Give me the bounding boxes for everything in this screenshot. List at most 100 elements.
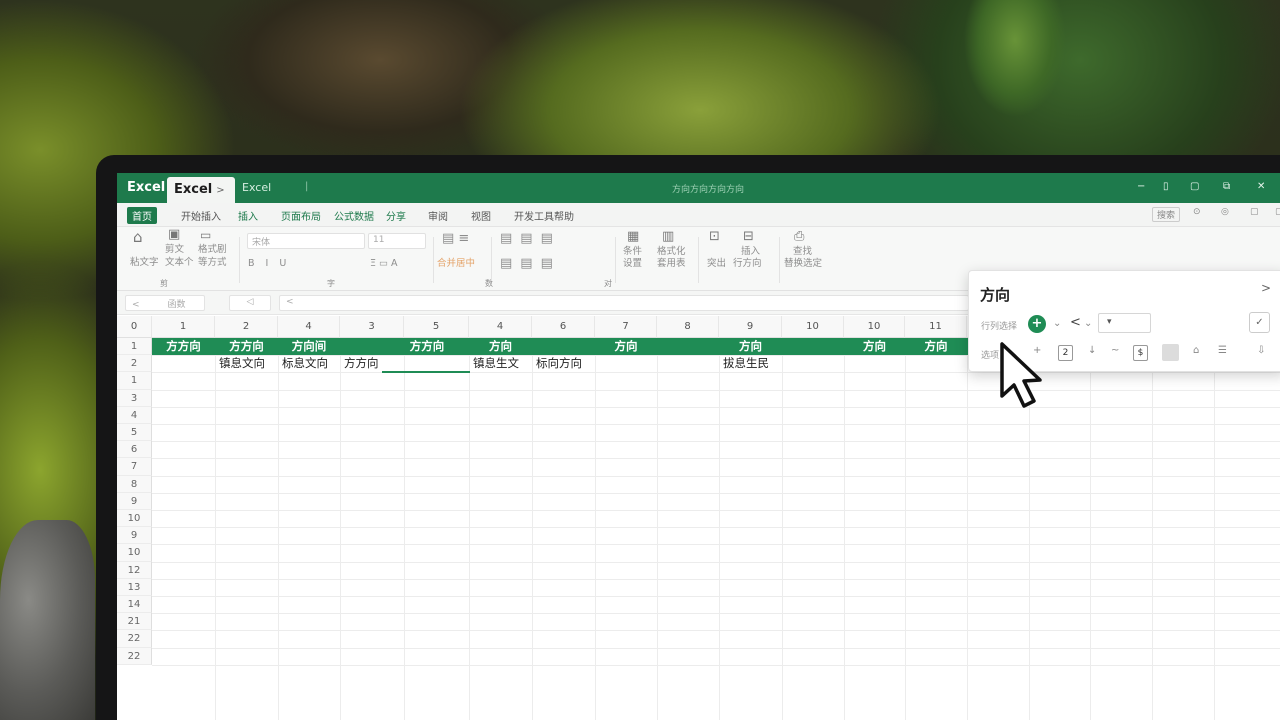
panel-icon[interactable]: ▢ — [1275, 207, 1280, 217]
header-cell[interactable]: 方向 — [905, 338, 967, 355]
document-tab-active[interactable]: Excel > — [167, 177, 235, 203]
find-replace-label[interactable]: 替换选定 — [784, 258, 822, 270]
column-header[interactable]: 8 — [657, 316, 719, 338]
row-header[interactable]: 21 — [117, 613, 152, 631]
close-window-icon[interactable]: ✕ — [1257, 181, 1265, 192]
help-icon[interactable]: ⊙ — [1193, 207, 1201, 217]
direction-dropdown[interactable]: ▾ — [1098, 313, 1151, 333]
row-header[interactable]: 5 — [117, 424, 152, 442]
panel-close-icon[interactable]: > — [1261, 281, 1271, 295]
home-icon[interactable]: ⌂ — [133, 230, 143, 245]
row-header[interactable]: 9 — [117, 527, 152, 545]
data-cell[interactable]: 镇息生文 — [469, 355, 519, 372]
column-header[interactable]: 10 — [782, 316, 844, 338]
find-label[interactable]: 查找 — [793, 246, 812, 258]
copy-label[interactable]: 文本个 — [165, 257, 194, 269]
tab-close-icon[interactable]: > — [216, 185, 224, 196]
font-size-select[interactable]: 11 — [368, 233, 426, 249]
cut-label[interactable]: 剪文 — [165, 244, 184, 256]
menu-insert[interactable]: 插入 — [238, 208, 258, 223]
row-header[interactable]: 22 — [117, 630, 152, 648]
nav-back-icon[interactable]: < — [132, 300, 140, 310]
font-style-buttons[interactable]: B I U — [248, 258, 290, 270]
tilde-icon[interactable]: ~ — [1111, 345, 1119, 356]
column-header[interactable]: 7 — [595, 316, 657, 338]
column-header[interactable]: 3 — [340, 316, 404, 338]
cut-icon[interactable]: ▣ — [168, 228, 180, 241]
row-header[interactable]: 1 — [117, 372, 152, 390]
row-header[interactable]: 9 — [117, 492, 152, 510]
document-tab[interactable]: Excel — [242, 181, 271, 194]
layout-icon[interactable]: ▢ — [1250, 207, 1259, 217]
row-header[interactable]: 6 — [117, 441, 152, 459]
insert-label[interactable]: 突出 — [707, 258, 726, 270]
font-name-select[interactable]: 宋体 — [247, 233, 365, 249]
align-top-icon[interactable]: ▤ ≡ — [442, 232, 469, 245]
header-cell[interactable]: 方方向 — [215, 338, 278, 355]
fx-icon[interactable]: ◁ — [229, 295, 271, 311]
header-cell[interactable]: 方向 — [469, 338, 532, 355]
row-header[interactable]: 7 — [117, 458, 152, 476]
name-box[interactable]: < 函数 — [125, 295, 205, 311]
menu-page-layout[interactable]: 页面布局 — [281, 208, 321, 223]
header-cell[interactable]: 方方向 — [152, 338, 215, 355]
column-header[interactable]: 4 — [469, 316, 532, 338]
row-header[interactable]: 3 — [117, 389, 152, 407]
settings-icon[interactable]: ◎ — [1221, 207, 1229, 217]
color-swatch[interactable] — [1162, 344, 1179, 361]
number-format-icons[interactable]: ▤▤▤ — [500, 232, 561, 245]
chevron-down-icon[interactable]: ⌄ — [1053, 318, 1061, 329]
download-icon[interactable]: ⇩ — [1257, 345, 1265, 356]
data-cell[interactable]: 方方向 — [340, 355, 379, 372]
column-header[interactable]: 11 — [905, 316, 967, 338]
column-header[interactable]: 4 — [278, 316, 340, 338]
column-header[interactable]: 9 — [719, 316, 782, 338]
conditional-format-icon[interactable]: ▦ — [627, 230, 639, 243]
chevron-down-icon[interactable]: ⌄ — [1084, 318, 1092, 329]
row-header[interactable]: 14 — [117, 596, 152, 614]
header-cell[interactable]: 方向 — [844, 338, 905, 355]
home-icon[interactable]: ⌂ — [1193, 345, 1199, 356]
list-icon[interactable]: ☰ — [1218, 345, 1227, 356]
formula-input[interactable]: < — [279, 295, 969, 311]
header-cell[interactable]: 方向 — [595, 338, 657, 355]
menu-review[interactable]: 审阅 — [428, 208, 448, 223]
data-cell[interactable]: 标息文向 — [278, 355, 328, 372]
add-button[interactable]: + — [1028, 315, 1046, 333]
currency-chip[interactable]: $ — [1133, 345, 1148, 361]
row-header[interactable]: 12 — [117, 561, 152, 579]
conditional-format-label[interactable]: 条件 — [623, 246, 642, 258]
format-painter-label[interactable]: 格式剧 — [198, 244, 227, 256]
number-format-icons-2[interactable]: ▤▤▤ — [500, 257, 561, 270]
menu-share[interactable]: 分享 — [386, 208, 406, 223]
confirm-check-icon[interactable]: ✓ — [1249, 312, 1270, 333]
data-cell[interactable]: 标向方向 — [532, 355, 582, 372]
insert-label-2[interactable]: 插入 — [741, 246, 760, 258]
data-cell[interactable]: 镇息文向 — [215, 355, 265, 372]
mobile-icon[interactable]: ▯ — [1163, 181, 1169, 192]
find-replace-icon[interactable]: ⎙ — [794, 230, 804, 243]
header-cell[interactable]: 方向间 — [278, 338, 340, 355]
row-header[interactable]: 22 — [117, 647, 152, 665]
format-painter-label-2[interactable]: 等方式 — [198, 257, 227, 269]
table-format-label[interactable]: 格式化 — [657, 246, 686, 258]
table-format-label-2[interactable]: 套用表 — [657, 258, 686, 270]
font-color-buttons[interactable]: Ξ ▭ A — [370, 258, 398, 270]
menu-formulas[interactable]: 公式数据 — [334, 208, 374, 223]
format-painter-icon[interactable]: ▭ — [200, 229, 211, 241]
table-format-icon[interactable]: ▥ — [662, 230, 674, 243]
column-header[interactable]: 2 — [215, 316, 278, 338]
header-cell[interactable]: 方方向 — [382, 338, 472, 355]
back-icon[interactable]: < — [1070, 315, 1081, 330]
column-header[interactable]: 1 — [152, 316, 215, 338]
row-header[interactable]: 2 — [117, 355, 152, 373]
paste-label[interactable]: 粘文字 — [130, 257, 159, 269]
search-button[interactable]: 搜索 — [1152, 207, 1181, 222]
column-header[interactable]: 10 — [844, 316, 905, 338]
menu-home[interactable]: 首页 — [127, 207, 157, 224]
insert-cells-icon[interactable]: ⊡ — [709, 230, 720, 243]
data-cell[interactable]: 拔息生民 — [719, 355, 769, 372]
column-header[interactable]: 5 — [404, 316, 469, 338]
select-all-corner[interactable]: 0 — [117, 316, 152, 338]
row-header[interactable]: 4 — [117, 406, 152, 424]
